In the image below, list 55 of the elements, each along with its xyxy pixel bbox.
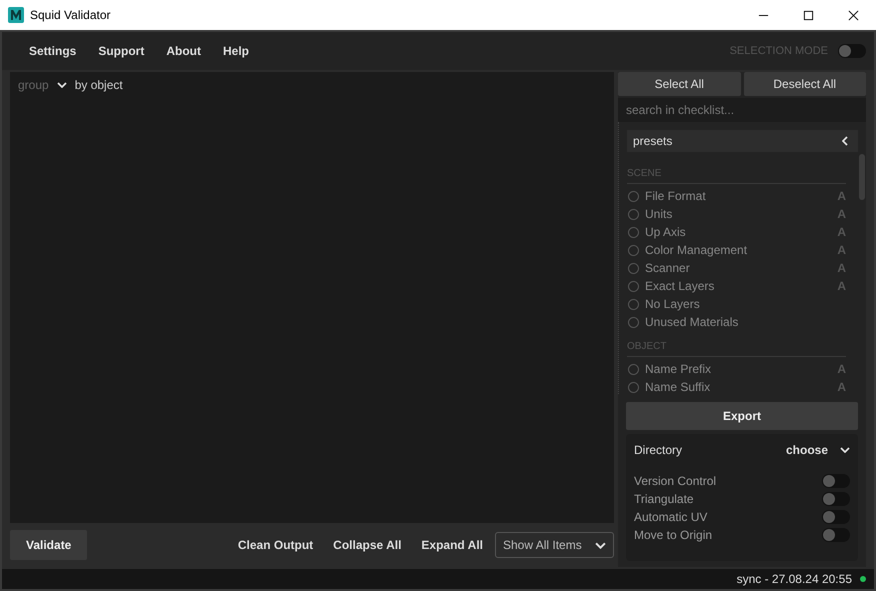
validate-button[interactable]: Validate — [10, 530, 88, 560]
check-label: Units — [645, 207, 674, 221]
check-label: File Format — [645, 189, 707, 203]
radio-button[interactable] — [628, 280, 639, 292]
check-label: Unused Materials — [645, 315, 740, 329]
radio-button[interactable] — [628, 190, 639, 202]
radio-button[interactable] — [628, 244, 639, 256]
menu-item[interactable]: Support — [98, 44, 144, 58]
option-label: Triangulate — [634, 492, 694, 506]
option-label: Version Control — [634, 474, 716, 488]
menu-item[interactable]: Help — [223, 44, 250, 58]
check-label: Up Axis — [645, 225, 687, 239]
chevron-down-icon[interactable] — [840, 447, 850, 453]
check-label: Name Suffix — [645, 380, 712, 394]
radio-button[interactable] — [628, 382, 639, 392]
selection-mode-toggle[interactable] — [838, 44, 866, 58]
radio-button[interactable] — [628, 226, 639, 238]
menu-item[interactable]: About — [166, 44, 201, 58]
action-button[interactable]: Expand All — [411, 534, 493, 556]
presets-dropdown[interactable]: presets — [627, 130, 858, 152]
sync-status: sync - 27.08.24 20:55 — [736, 572, 852, 586]
option-toggle[interactable] — [822, 528, 850, 542]
radio-button[interactable] — [628, 298, 639, 310]
chevron-left-icon — [842, 136, 848, 146]
group-label: group — [18, 78, 49, 92]
radio-button[interactable] — [628, 208, 639, 220]
check-label: Exact Layers — [645, 279, 716, 293]
app-logo-icon — [8, 7, 24, 23]
action-button[interactable]: Clean Output — [228, 534, 324, 556]
select-all-button[interactable]: Select All — [618, 72, 740, 96]
option-label: Move to Origin — [634, 528, 712, 542]
option-toggle[interactable] — [822, 510, 850, 524]
search-field[interactable]: search in checklist... — [618, 98, 866, 122]
status-dot-icon — [860, 576, 866, 582]
radio-button[interactable] — [628, 262, 639, 274]
option-label: Automatic UV — [634, 510, 708, 524]
check-label: Name Prefix — [645, 362, 712, 376]
directory-label: Directory — [634, 443, 682, 457]
window-title: Squid Validator — [30, 8, 110, 22]
chevron-down-icon — [595, 542, 606, 548]
filter-dropdown[interactable]: Show All Items — [495, 532, 614, 558]
action-button[interactable]: Collapse All — [323, 534, 412, 556]
directory-choose[interactable]: choose — [786, 443, 828, 457]
deselect-all-button[interactable]: Deselect All — [744, 72, 866, 96]
check-label: Color Management — [645, 243, 748, 257]
export-button[interactable]: Export — [626, 402, 858, 430]
option-toggle[interactable] — [822, 474, 850, 488]
check-label: Scanner — [645, 261, 691, 275]
check-label: No Layers — [645, 297, 701, 311]
group-value[interactable]: by object — [74, 78, 123, 92]
option-toggle[interactable] — [822, 492, 850, 506]
menu-item[interactable]: Settings — [29, 44, 76, 58]
radio-button[interactable] — [628, 316, 639, 328]
radio-button[interactable] — [628, 364, 639, 374]
chevron-down-icon[interactable] — [56, 82, 67, 88]
